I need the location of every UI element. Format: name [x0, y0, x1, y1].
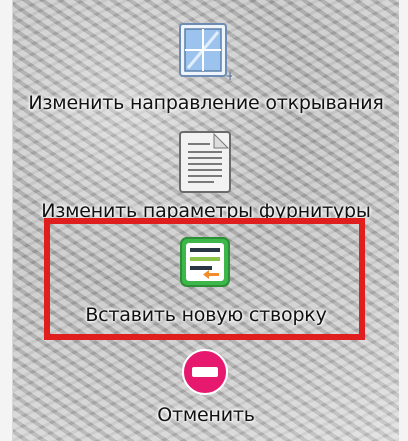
change-fittings-params-action[interactable]: Изменить параметры фурнитуры	[13, 122, 399, 222]
left-strip	[0, 0, 12, 441]
cancel-icon	[181, 348, 229, 396]
window-sash-icon: +	[178, 22, 235, 83]
change-opening-direction-action[interactable]: + Изменить направление открывания	[13, 0, 399, 120]
cancel-action[interactable]: Отменить	[13, 342, 399, 441]
svg-text:+: +	[225, 69, 232, 82]
change-opening-direction-label: Изменить направление открывания	[28, 92, 384, 114]
highlight-frame	[44, 218, 365, 340]
document-icon	[178, 130, 232, 194]
cancel-label: Отменить	[157, 404, 255, 426]
